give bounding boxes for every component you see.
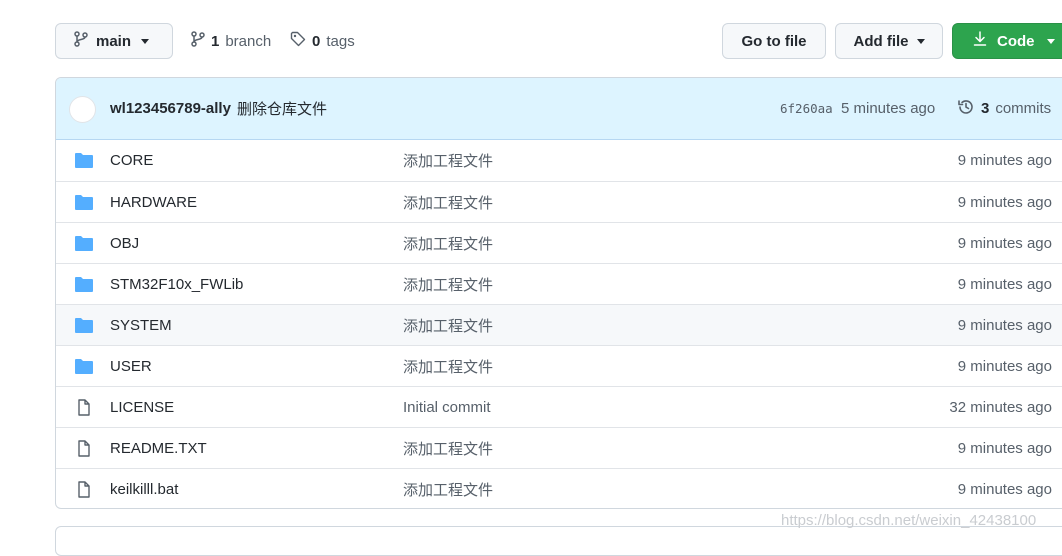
file-name[interactable]: CORE [110,152,153,169]
folder-icon [74,152,94,169]
history-icon [957,98,975,120]
tags-count: 0 [312,32,321,50]
file-name[interactable]: USER [110,358,152,375]
folder-icon [74,317,94,334]
tags-label: tags [326,32,355,50]
commits-count: 3 [981,100,990,117]
readme-box [55,526,1062,556]
commits-history-link[interactable]: 3 commits [957,98,1051,120]
file-icon [74,481,94,498]
file-commit-message[interactable]: 添加工程文件 [403,438,493,459]
commits-label: commits [995,100,1052,117]
file-commit-message[interactable]: 添加工程文件 [403,233,493,254]
chevron-down-icon [1046,38,1055,44]
code-label: Code [997,32,1035,50]
file-row[interactable]: SYSTEM 添加工程文件 9 minutes ago [56,304,1062,345]
tag-icon [290,31,306,51]
file-icon [74,399,94,416]
file-commit-message[interactable]: 添加工程文件 [403,150,493,171]
branches-label: branch [225,32,272,50]
repo-toolbar: main 1 branch 0 tags Go to file Add file… [0,0,1062,78]
file-row[interactable]: README.TXT 添加工程文件 9 minutes ago [56,427,1062,468]
branch-name: main [96,32,132,50]
file-age: 32 minutes ago [949,398,1052,416]
file-age: 9 minutes ago [957,152,1052,169]
avatar[interactable] [69,96,96,123]
branches-count: 1 [211,32,220,50]
go-to-file-label: Go to file [741,32,807,50]
file-icon [74,440,94,457]
file-age: 9 minutes ago [957,275,1052,293]
file-commit-message[interactable]: 添加工程文件 [403,315,493,336]
file-age: 9 minutes ago [957,439,1052,457]
file-row[interactable]: CORE 添加工程文件 9 minutes ago [56,140,1062,181]
file-browser: wl123456789-ally 删除仓库文件 6f260aa 5 minute… [55,77,1062,509]
add-file-button[interactable]: Add file [835,23,943,59]
file-list: CORE 添加工程文件 9 minutes ago HARDWARE 添加工程文… [56,140,1062,508]
commit-author[interactable]: wl123456789-ally [110,100,231,117]
chevron-down-icon [141,38,150,44]
file-commit-message[interactable]: 添加工程文件 [403,192,493,213]
file-age: 9 minutes ago [957,316,1052,334]
chevron-down-icon [916,38,925,44]
file-commit-message[interactable]: 添加工程文件 [403,274,493,295]
file-name[interactable]: OBJ [110,235,139,252]
file-commit-message[interactable]: 添加工程文件 [403,479,493,500]
file-name[interactable]: HARDWARE [110,194,197,211]
file-row[interactable]: keilkilll.bat 添加工程文件 9 minutes ago [56,468,1062,508]
branches-link[interactable]: 1 branch [191,31,271,51]
git-branch-icon [191,31,205,51]
file-row[interactable]: LICENSE Initial commit 32 minutes ago [56,386,1062,427]
file-commit-message[interactable]: Initial commit [403,399,491,416]
commit-time: 5 minutes ago [841,100,936,117]
tags-link[interactable]: 0 tags [290,31,355,51]
file-age: 9 minutes ago [957,357,1052,375]
add-file-label: Add file [853,32,909,50]
file-commit-message[interactable]: 添加工程文件 [403,356,493,377]
branch-select-button[interactable]: main [55,23,173,59]
folder-icon [74,194,94,211]
go-to-file-button[interactable]: Go to file [722,23,826,59]
file-age: 9 minutes ago [957,480,1052,498]
file-name[interactable]: SYSTEM [110,317,172,334]
file-name[interactable]: LICENSE [110,399,174,416]
file-age: 9 minutes ago [957,193,1052,211]
git-branch-icon [74,31,88,51]
folder-icon [74,358,94,375]
commit-message[interactable]: 删除仓库文件 [237,98,327,119]
file-name[interactable]: STM32F10x_FWLib [110,276,243,293]
file-age: 9 minutes ago [957,234,1052,252]
folder-icon [74,235,94,252]
code-button[interactable]: Code [952,23,1062,59]
file-row[interactable]: STM32F10x_FWLib 添加工程文件 9 minutes ago [56,263,1062,304]
folder-icon [74,276,94,293]
latest-commit-bar: wl123456789-ally 删除仓库文件 6f260aa 5 minute… [56,78,1062,140]
file-row[interactable]: USER 添加工程文件 9 minutes ago [56,345,1062,386]
file-row[interactable]: OBJ 添加工程文件 9 minutes ago [56,222,1062,263]
download-icon [973,31,987,51]
commit-sha[interactable]: 6f260aa [780,101,833,116]
file-row[interactable]: HARDWARE 添加工程文件 9 minutes ago [56,181,1062,222]
file-name[interactable]: README.TXT [110,440,207,457]
file-name[interactable]: keilkilll.bat [110,481,178,498]
watermark: https://blog.csdn.net/weixin_42438100 [781,512,1037,529]
